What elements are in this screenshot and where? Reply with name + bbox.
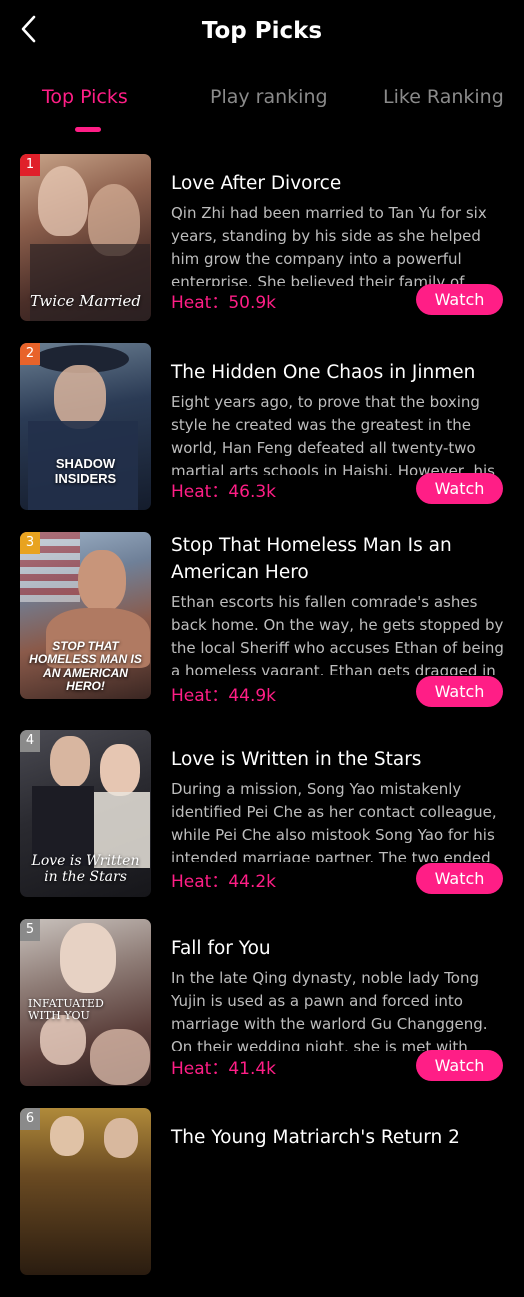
list-item[interactable]: 6 The Young Matriarch's Return 2 xyxy=(0,1108,524,1297)
list-item[interactable]: Love is Written in the Stars 4 Love is W… xyxy=(0,730,524,919)
heat-count: Heat：44.9k xyxy=(171,686,277,706)
heat-count: Heat：50.9k xyxy=(171,293,277,313)
drama-title[interactable]: Love After Divorce xyxy=(171,170,511,197)
tab-like-ranking[interactable]: Like Ranking xyxy=(383,86,504,108)
list-item[interactable]: INFATUATED WITH YOU 5 Fall for You In th… xyxy=(0,919,524,1108)
poster-title: Twice Married xyxy=(29,291,142,310)
rank-badge: 2 xyxy=(20,343,40,365)
drama-list[interactable]: Twice Married 1 Love After Divorce Qin Z… xyxy=(0,154,524,1297)
top-bar: Top Picks xyxy=(0,0,524,68)
watch-button[interactable]: Watch xyxy=(416,1050,503,1081)
watch-button[interactable]: Watch xyxy=(416,863,503,894)
drama-description: In the late Qing dynasty, noble lady Ton… xyxy=(171,969,488,1051)
rank-badge: 5 xyxy=(20,919,40,941)
watch-button[interactable]: Watch xyxy=(416,676,503,707)
poster-title: Love is Written in the Stars xyxy=(31,853,140,885)
rank-badge: 6 xyxy=(20,1108,40,1130)
heat-count: Heat：41.4k xyxy=(171,1059,277,1079)
heat-count: Heat：46.3k xyxy=(171,482,277,502)
poster-image[interactable]: SHADOW INSIDERS 2 xyxy=(20,343,151,510)
active-tab-indicator xyxy=(75,127,101,132)
rank-badge: 3 xyxy=(20,532,40,554)
list-item[interactable]: SHADOW INSIDERS 2 The Hidden One Chaos i… xyxy=(0,343,524,532)
poster-image[interactable]: Love is Written in the Stars 4 xyxy=(20,730,151,897)
drama-description: Ethan escorts his fallen comrade's ashes… xyxy=(171,593,504,675)
poster-title: STOP THAT HOMELESS MAN IS AN AMERICAN HE… xyxy=(29,639,142,693)
drama-title[interactable]: Fall for You xyxy=(171,935,511,962)
drama-description: Eight years ago, to prove that the boxin… xyxy=(171,393,496,475)
drama-title[interactable]: The Young Matriarch's Return 2 xyxy=(171,1124,511,1151)
poster-title: INFATUATED WITH YOU xyxy=(28,996,104,1022)
watch-button[interactable]: Watch xyxy=(416,284,503,315)
list-item[interactable]: STOP THAT HOMELESS MAN IS AN AMERICAN HE… xyxy=(0,532,524,742)
watch-button[interactable]: Watch xyxy=(416,473,503,504)
drama-title[interactable]: The Hidden One Chaos in Jinmen xyxy=(171,359,511,386)
tab-top-picks[interactable]: Top Picks xyxy=(42,86,128,108)
drama-title[interactable]: Stop That Homeless Man Is an American He… xyxy=(171,532,471,586)
poster-image[interactable]: STOP THAT HOMELESS MAN IS AN AMERICAN HE… xyxy=(20,532,151,699)
drama-title[interactable]: Love is Written in the Stars xyxy=(171,746,511,773)
poster-image[interactable]: INFATUATED WITH YOU 5 xyxy=(20,919,151,1086)
poster-image[interactable]: 6 xyxy=(20,1108,151,1275)
drama-description: Qin Zhi had been married to Tan Yu for s… xyxy=(171,204,487,286)
tab-play-ranking[interactable]: Play ranking xyxy=(210,86,328,108)
drama-description: During a mission, Song Yao mistakenly id… xyxy=(171,780,497,862)
tab-bar: Top Picks Play ranking Like Ranking xyxy=(0,86,524,136)
rank-badge: 4 xyxy=(20,730,40,752)
list-item[interactable]: Twice Married 1 Love After Divorce Qin Z… xyxy=(0,154,524,343)
rank-badge: 1 xyxy=(20,154,40,176)
poster-title: SHADOW INSIDERS xyxy=(54,456,117,486)
page-title: Top Picks xyxy=(201,18,323,44)
heat-count: Heat：44.2k xyxy=(171,872,277,892)
poster-image[interactable]: Twice Married 1 xyxy=(20,154,151,321)
